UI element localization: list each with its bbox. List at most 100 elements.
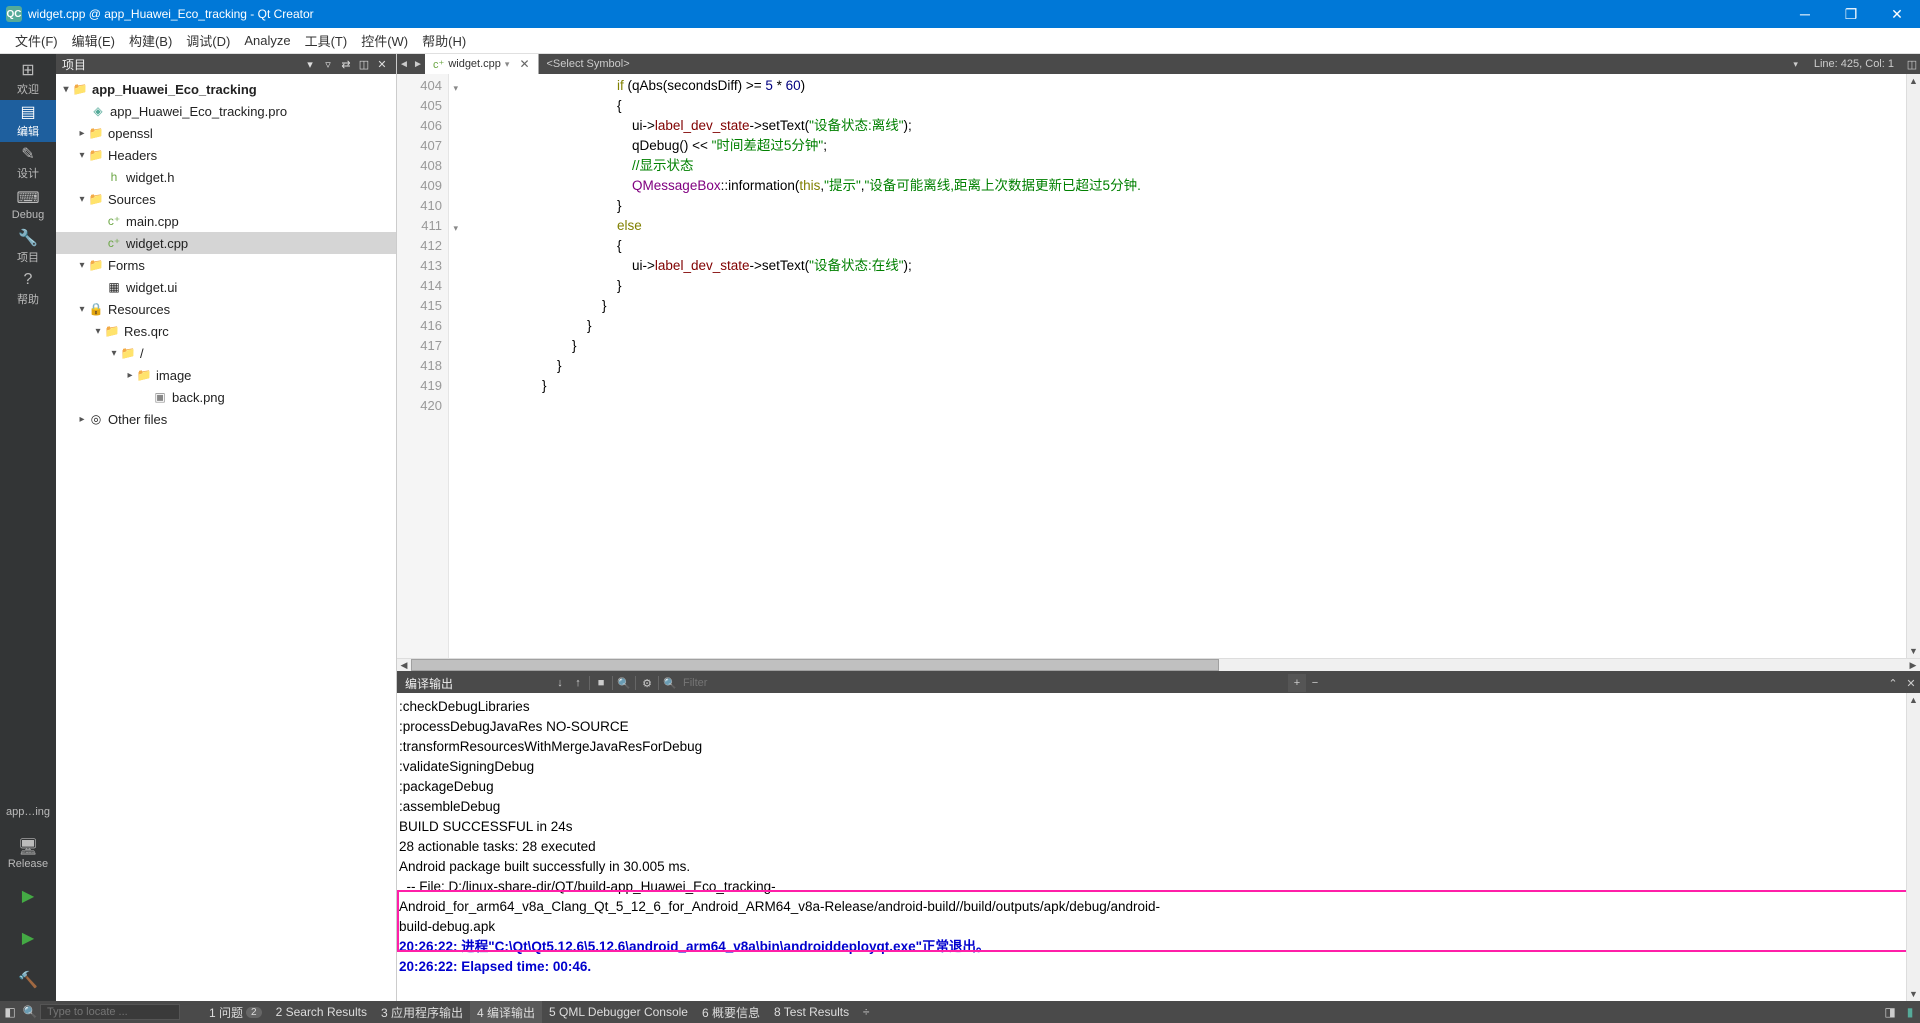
tree-forms[interactable]: ▾📁Forms [56, 254, 396, 276]
tree-sources[interactable]: ▾📁Sources [56, 188, 396, 210]
pro-file-icon: ◈ [90, 103, 106, 119]
progress-icon[interactable]: ▮ [1900, 1001, 1920, 1023]
menu-widgets[interactable]: 控件(W) [354, 28, 415, 53]
tree-widget-ui[interactable]: ▦widget.ui [56, 276, 396, 298]
chevron-icon[interactable]: ÷ [856, 1001, 876, 1023]
close-panel-icon[interactable]: ✕ [374, 56, 390, 72]
status-test[interactable]: 8 Test Results [767, 1001, 856, 1023]
editor-hscrollbar[interactable]: ◀▶ [397, 658, 1920, 671]
output-filter-input[interactable] [679, 677, 1288, 689]
arrow-up-icon[interactable]: ↑ [569, 674, 587, 692]
status-search[interactable]: 2 Search Results [269, 1001, 374, 1023]
build-config[interactable]: 🖥Release [0, 833, 56, 875]
mode-help[interactable]: ?帮助 [0, 268, 56, 310]
line-number-gutter[interactable]: 404405406407 408409410411 412413414415 4… [397, 74, 449, 658]
image-file-icon: ▣ [152, 389, 168, 405]
editor-area: ◄ ► c⁺ widget.cpp ▾ ✕ <Select Symbol> ▾ … [397, 54, 1920, 1001]
nav-fwd-icon[interactable]: ► [411, 54, 425, 74]
status-info[interactable]: 6 概要信息 [695, 1001, 767, 1023]
folder-icon: 📁 [88, 147, 104, 163]
mode-design[interactable]: ✎设计 [0, 142, 56, 184]
menubar: 文件(F) 编辑(E) 构建(B) 调试(D) Analyze 工具(T) 控件… [0, 28, 1920, 54]
line-col-label[interactable]: Line: 425, Col: 1 [1804, 58, 1904, 70]
nav-back-icon[interactable]: ◄ [397, 54, 411, 74]
link-icon[interactable]: ⇄ [338, 56, 354, 72]
tree-other-files[interactable]: ▸◎Other files [56, 408, 396, 430]
mode-debug[interactable]: ⌨Debug [0, 184, 56, 226]
tree-widget-h[interactable]: hwidget.h [56, 166, 396, 188]
tree-widget-cpp[interactable]: c⁺widget.cpp [56, 232, 396, 254]
split-editor-icon[interactable]: ◫ [1904, 54, 1920, 74]
split-icon[interactable]: ◫ [356, 56, 372, 72]
menu-edit[interactable]: 编辑(E) [65, 28, 122, 53]
mode-project[interactable]: 🔧项目 [0, 226, 56, 268]
tree-main-cpp[interactable]: c⁺main.cpp [56, 210, 396, 232]
tree-back-png[interactable]: ▣back.png [56, 386, 396, 408]
build-button[interactable]: 🔨 [0, 959, 56, 1001]
cpp-file-icon: c⁺ [433, 58, 444, 71]
expand-icon[interactable]: ⌃ [1884, 674, 1902, 692]
gear-icon[interactable]: ⚙ [638, 674, 656, 692]
design-icon: ✎ [19, 145, 37, 163]
search-icon: 🔍 [20, 1001, 40, 1023]
tree-project-root[interactable]: ▾📁app_Huawei_Eco_tracking [56, 78, 396, 100]
tree-pro-file[interactable]: ◈app_Huawei_Eco_tracking.pro [56, 100, 396, 122]
mode-sidebar: ⊞欢迎 ▤编辑 ✎设计 ⌨Debug 🔧项目 ?帮助 app…ing 🖥Rele… [0, 54, 56, 1001]
chevron-down-icon[interactable]: ▾ [302, 56, 318, 72]
close-tab-icon[interactable]: ✕ [519, 57, 529, 71]
minus-icon[interactable]: − [1306, 674, 1324, 692]
menu-build[interactable]: 构建(B) [122, 28, 179, 53]
zoom-icon[interactable]: 🔍 [615, 674, 633, 692]
mode-edit[interactable]: ▤编辑 [0, 100, 56, 142]
monitor-icon: 🖥 [19, 838, 37, 856]
tree-root-prefix[interactable]: ▾📁/ [56, 342, 396, 364]
wrench-icon: 🔧 [19, 229, 37, 247]
run-button[interactable]: ▶ [0, 875, 56, 917]
code-editor[interactable]: if (qAbs(secondsDiff) >= 5 * 60) { ui->l… [449, 74, 1906, 658]
lock-icon: 🔒 [88, 301, 104, 317]
tab-dropdown-icon[interactable]: ▾ [505, 59, 510, 70]
window-title: widget.cpp @ app_Huawei_Eco_tracking - Q… [28, 7, 1782, 21]
editor-vscrollbar[interactable]: ▲▼ [1906, 74, 1920, 658]
filter-icon[interactable]: ▿ [320, 56, 336, 72]
arrow-down-icon[interactable]: ↓ [551, 674, 569, 692]
menu-tools[interactable]: 工具(T) [298, 28, 355, 53]
status-appout[interactable]: 3 应用程序输出 [374, 1001, 470, 1023]
tree-resources[interactable]: ▾🔒Resources [56, 298, 396, 320]
maximize-button[interactable]: ❐ [1828, 0, 1874, 28]
symbol-dropdown-icon[interactable]: ▾ [1793, 59, 1804, 70]
menu-analyze[interactable]: Analyze [237, 30, 297, 51]
editor-tab-widget-cpp[interactable]: c⁺ widget.cpp ▾ ✕ [425, 54, 539, 74]
menu-help[interactable]: 帮助(H) [415, 28, 473, 53]
plus-icon[interactable]: + [1288, 674, 1306, 692]
menu-debug[interactable]: 调试(D) [179, 28, 237, 53]
h-file-icon: h [106, 169, 122, 185]
status-qml[interactable]: 5 QML Debugger Console [542, 1001, 695, 1023]
cpp-file-icon: c⁺ [106, 235, 122, 251]
output-panel: 编译输出 ↓ ↑ ■ 🔍 ⚙ 🔍 + − ⌃ ✕ :checkDe [397, 671, 1920, 1001]
tree-headers[interactable]: ▾📁Headers [56, 144, 396, 166]
tree-image-folder[interactable]: ▸📁image [56, 364, 396, 386]
run-debug-button[interactable]: ▶ [0, 917, 56, 959]
locator-input[interactable] [40, 1004, 180, 1020]
status-issues[interactable]: 1 问题2 [202, 1001, 269, 1023]
output-body[interactable]: :checkDebugLibraries :processDebugJavaRe… [397, 693, 1920, 1001]
edit-icon: ▤ [19, 103, 37, 121]
close-output-icon[interactable]: ✕ [1902, 674, 1920, 692]
toggle-sidebar-icon[interactable]: ◧ [0, 1001, 20, 1023]
close-button[interactable]: ✕ [1874, 0, 1920, 28]
tree-res-qrc[interactable]: ▾📁Res.qrc [56, 320, 396, 342]
status-compile[interactable]: 4 编译输出 [470, 1001, 542, 1023]
menu-file[interactable]: 文件(F) [8, 28, 65, 53]
mode-welcome[interactable]: ⊞欢迎 [0, 58, 56, 100]
output-vscrollbar[interactable]: ▲▼ [1906, 693, 1920, 1001]
project-tree[interactable]: ▾📁app_Huawei_Eco_tracking ◈app_Huawei_Ec… [56, 74, 396, 1001]
symbol-selector[interactable]: <Select Symbol> [539, 58, 1794, 70]
tree-openssl[interactable]: ▸📁openssl [56, 122, 396, 144]
kit-selector[interactable]: app…ing [0, 791, 56, 833]
stop-icon[interactable]: ■ [592, 674, 610, 692]
toggle-right-icon[interactable]: ◨ [1880, 1001, 1900, 1023]
minimize-button[interactable]: ─ [1782, 0, 1828, 28]
folder-icon: ◎ [88, 411, 104, 427]
folder-icon: 📁 [72, 81, 88, 97]
